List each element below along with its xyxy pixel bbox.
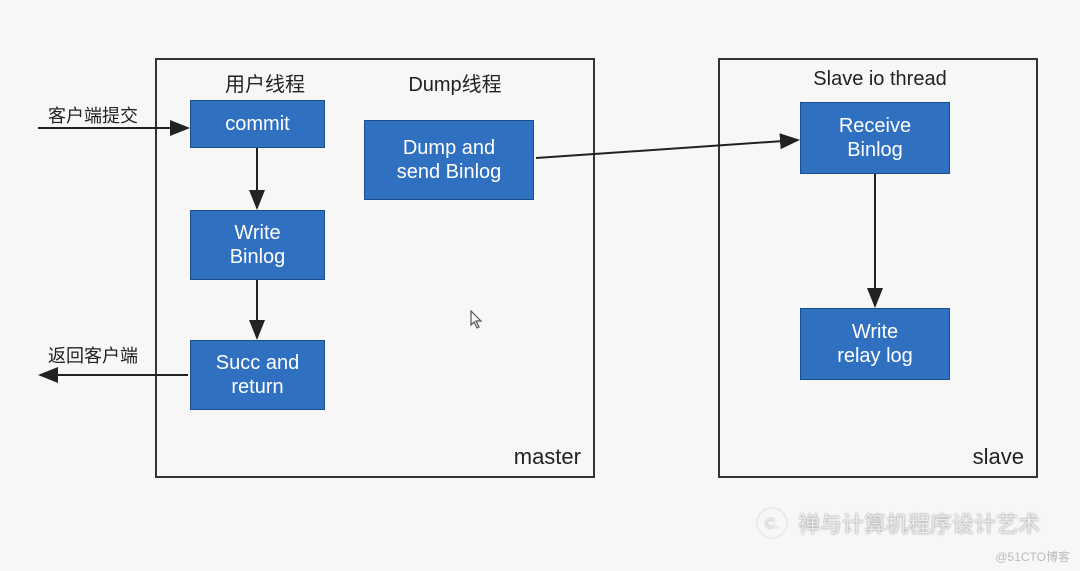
slave-frame-label: slave: [973, 444, 1024, 470]
succ-return-box-text: Succ and return: [216, 351, 299, 399]
slave-io-thread-title: Slave io thread: [790, 68, 970, 91]
watermark-icon: C.: [756, 507, 788, 539]
dump-send-box: Dump and send Binlog: [364, 120, 534, 200]
client-submit-label: 客户端提交: [48, 102, 138, 128]
write-binlog-box: Write Binlog: [190, 210, 325, 280]
write-binlog-box-text: Write Binlog: [230, 221, 286, 269]
write-relay-box: Write relay log: [800, 308, 950, 380]
commit-box: commit: [190, 100, 325, 148]
dump-send-box-text: Dump and send Binlog: [397, 136, 502, 184]
watermark: C. 禅与计算机程序设计艺术: [756, 507, 1040, 539]
master-frame-label: master: [514, 444, 581, 470]
return-client-label: 返回客户端: [48, 342, 138, 368]
diagram-canvas: master slave 用户线程 Dump线程 Slave io thread…: [0, 0, 1080, 571]
succ-return-box: Succ and return: [190, 340, 325, 410]
receive-binlog-box-text: Receive Binlog: [839, 114, 911, 162]
watermark-text: 禅与计算机程序设计艺术: [798, 507, 1040, 539]
user-thread-title: 用户线程: [210, 68, 320, 97]
dump-thread-title: Dump线程: [395, 68, 515, 97]
write-relay-box-text: Write relay log: [837, 320, 913, 368]
cursor-icon: [470, 310, 484, 330]
footer-credit: @51CTO博客: [995, 548, 1070, 565]
receive-binlog-box: Receive Binlog: [800, 102, 950, 174]
commit-box-text: commit: [225, 112, 289, 136]
